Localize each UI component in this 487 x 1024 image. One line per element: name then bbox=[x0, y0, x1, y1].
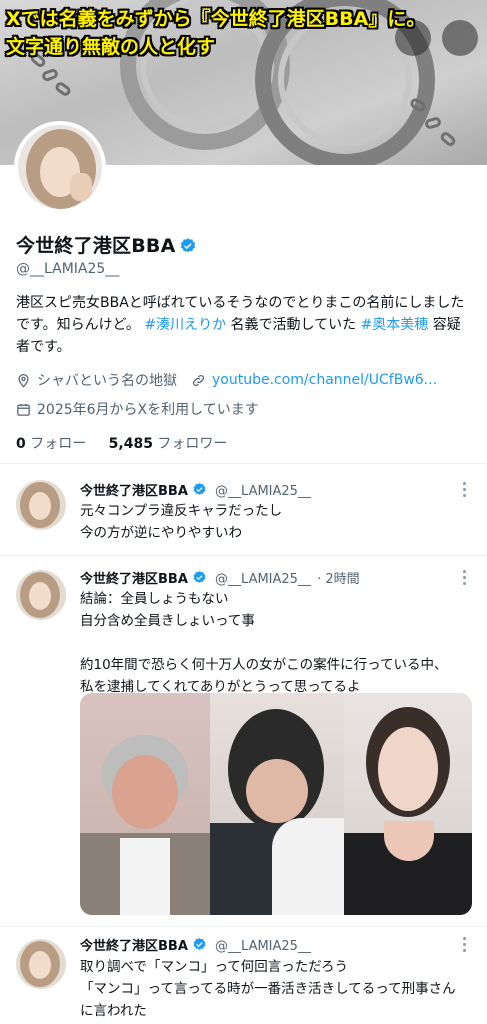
profile-name-text: 今世終了港区BBA bbox=[16, 235, 176, 257]
chain-link bbox=[423, 116, 443, 130]
photo-panel bbox=[344, 693, 472, 915]
tweet-line: 約10年間で恐らく何十万人の女がこの案件に行っている中、 bbox=[80, 657, 448, 673]
tweet-header: 今世終了港区BBA @__LAMIA25__ bbox=[80, 935, 311, 954]
photo-face bbox=[112, 755, 178, 829]
more-icon[interactable] bbox=[463, 482, 467, 500]
avatar-face bbox=[29, 582, 51, 610]
profile-meta-row: 2025年6月からXを利用しています bbox=[16, 399, 259, 419]
bio-text: 名義で活動していた bbox=[226, 317, 361, 333]
verified-badge-icon bbox=[181, 238, 196, 253]
handcuff-image bbox=[278, 12, 412, 146]
photo-shirt bbox=[272, 818, 344, 915]
following-label: フォロー bbox=[30, 436, 87, 452]
tweet-line: 結論：全員しょうもない bbox=[80, 591, 229, 607]
profile-joined: 2025年6月からXを利用しています bbox=[37, 402, 259, 418]
tweet-timestamp[interactable]: · 2時間 bbox=[317, 572, 360, 587]
tweet-text: 結論：全員しょうもない 自分含め全員きしょいって事 約10年間で恐らく何十万人の… bbox=[80, 588, 475, 698]
more-icon[interactable] bbox=[463, 570, 467, 588]
tweet-avatar[interactable] bbox=[16, 570, 66, 620]
profile-location: シャバという名の地獄 bbox=[37, 373, 177, 389]
tweet-text: 元々コンプラ違反キャラだったし 今の方が逆にやりやすいわ bbox=[80, 500, 475, 544]
chain-link bbox=[438, 130, 458, 148]
verified-badge-icon bbox=[193, 937, 206, 950]
chain-link bbox=[53, 80, 73, 98]
tweet-text: 取り調べで「マンコ」って何回言っただろう 「マンコ」って言ってる時が一番活き活き… bbox=[80, 956, 475, 1022]
hashtag-link[interactable]: #奥本美穂 bbox=[361, 317, 429, 333]
followers-label: フォロワー bbox=[157, 436, 228, 452]
verified-badge-icon bbox=[193, 482, 206, 495]
avatar-hand bbox=[70, 173, 92, 201]
photo-face bbox=[378, 727, 438, 811]
profile-website-link[interactable]: youtube.com/channel/UCfBw6... bbox=[212, 372, 437, 388]
profile-meta-row: シャバという名の地獄 youtube.com/channel/UCfBw6... bbox=[16, 370, 437, 390]
tweet-avatar[interactable] bbox=[16, 939, 66, 989]
verified-badge-icon bbox=[193, 570, 206, 583]
tweet-line: 元々コンプラ違反キャラだったし bbox=[80, 503, 283, 519]
chain-link bbox=[40, 67, 60, 83]
tweet-line: に言われた bbox=[80, 1003, 147, 1019]
following-count: 0 bbox=[16, 436, 26, 452]
tweet-header: 今世終了港区BBA @__LAMIA25__ bbox=[80, 480, 311, 499]
location-icon bbox=[18, 373, 29, 388]
photo-hands bbox=[246, 759, 308, 823]
followers-count: 5,485 bbox=[108, 436, 153, 452]
tweet-author-name[interactable]: 今世終了港区BBA bbox=[80, 939, 188, 954]
profile-bio: 港区スピ売女BBAと呼ばれているそうなのでとりまこの名前にしましたです。知らんけ… bbox=[16, 292, 474, 358]
more-options-button[interactable] bbox=[442, 20, 478, 56]
following-link[interactable]: 0 フォロー bbox=[16, 436, 86, 452]
more-icon[interactable] bbox=[463, 937, 467, 955]
hashtag-link[interactable]: #湊川えりか bbox=[144, 317, 226, 333]
profile-handle: @__LAMIA25__ bbox=[16, 261, 120, 277]
tweet-line: 今の方が逆にやりやすいわ bbox=[80, 525, 242, 541]
link-icon bbox=[193, 374, 204, 386]
tweet-author-name[interactable]: 今世終了港区BBA bbox=[80, 572, 188, 587]
tweet-media-image[interactable] bbox=[80, 693, 472, 915]
profile-avatar[interactable] bbox=[14, 121, 106, 213]
profile-stats: 0 フォロー 5,485 フォロワー bbox=[16, 433, 227, 453]
tweet-header: 今世終了港区BBA @__LAMIA25__ · 2時間 bbox=[80, 568, 360, 587]
tweet[interactable]: 今世終了港区BBA @__LAMIA25__ 元々コンプラ違反キャラだったし 今… bbox=[0, 464, 487, 554]
tweet-line: 「マンコ」って言ってる時が一番活き活きしてるって刑事さん bbox=[80, 981, 456, 997]
followers-link[interactable]: 5,485 フォロワー bbox=[109, 436, 228, 452]
tweet-author-handle[interactable]: @__LAMIA25__ bbox=[215, 572, 311, 587]
tweet-line bbox=[80, 632, 475, 654]
tweet-author-name[interactable]: 今世終了港区BBA bbox=[80, 484, 188, 499]
avatar-face bbox=[29, 951, 51, 979]
tweet-avatar[interactable] bbox=[16, 480, 66, 530]
tweet[interactable]: 今世終了港区BBA @__LAMIA25__ 取り調べで「マンコ」って何回言った… bbox=[0, 927, 487, 1024]
photo-shirt bbox=[120, 838, 170, 915]
headline-caption: Xでは名義をみずから『今世終了港区BBA』に。 bbox=[6, 8, 426, 30]
tweet-author-handle[interactable]: @__LAMIA25__ bbox=[215, 484, 311, 499]
tweet-line: 自分含め全員きしょいって事 bbox=[80, 613, 255, 629]
profile-name: 今世終了港区BBA bbox=[16, 231, 197, 258]
photo-panel bbox=[210, 693, 344, 915]
headline-caption: 文字通り無敵の人と化す bbox=[6, 36, 216, 58]
tweet-line: 取り調べで「マンコ」って何回言っただろう bbox=[80, 959, 348, 975]
photo-panel bbox=[80, 693, 210, 915]
calendar-icon bbox=[17, 403, 30, 416]
tweet-author-handle[interactable]: @__LAMIA25__ bbox=[215, 939, 311, 954]
avatar-face bbox=[29, 492, 51, 520]
